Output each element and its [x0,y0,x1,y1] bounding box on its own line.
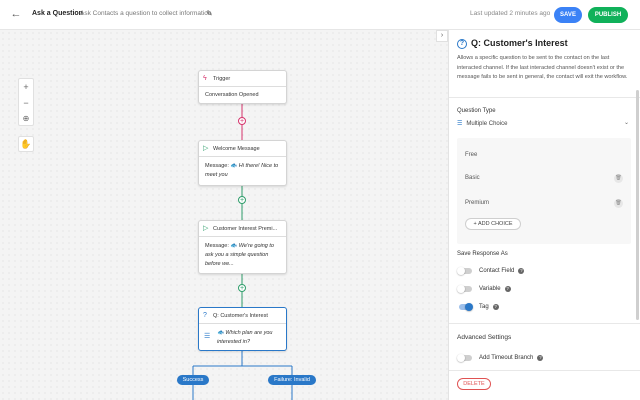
divider [449,370,640,371]
send-icon: ▷ [203,145,209,152]
panel-title: ? Q: Customer's Interest [457,38,568,49]
trigger-node-body: Conversation Opened [205,92,259,98]
list-icon: ☰ [204,333,211,340]
question-icon: ? [203,312,207,319]
help-icon[interactable]: ? [537,355,544,361]
question-type-value: Multiple Choice [466,121,508,127]
tag-toggle[interactable] [457,303,473,311]
timeout-branch-toggle[interactable] [457,354,473,362]
help-icon[interactable]: ? [504,286,511,292]
contact-field-toggle[interactable] [457,267,473,275]
message-prefix: Message: [205,243,229,249]
tag-text: Tag [479,304,489,310]
timeout-branch-label: Add Timeout Branch? [479,355,544,361]
welcome-message-node[interactable]: ▷ Welcome Message Message: 🐟 Hi there! N… [198,140,287,186]
top-bar: ← Ask a Question Ask Contacts a question… [0,0,640,30]
help-icon[interactable]: ? [518,268,525,274]
chevron-down-icon: ⌄ [623,120,629,126]
message-prefix: Message: [205,163,229,169]
add-step-plus-icon[interactable]: + [238,117,246,125]
tag-label: Tag? [479,304,499,310]
question-type-label: Question Type [457,108,496,114]
choice-basic[interactable]: Basic [465,175,480,181]
panel-scrollbar[interactable] [636,90,639,320]
question-text: 🐟 Which plan are you interested in? [217,330,273,345]
welcome-node-header: ▷ Welcome Message [199,141,286,157]
divider [449,323,640,324]
customer-interest-message-node[interactable]: ▷ Customer Interest Premi... Message: 🐟 … [198,220,287,274]
add-step-plus-icon[interactable]: + [238,284,246,292]
success-branch-pill[interactable]: Success [177,375,209,385]
choice-premium[interactable]: Premium [465,200,489,206]
advanced-settings-label: Advanced Settings [457,334,512,341]
interest-node-body: Message: 🐟 We're going to ask you a simp… [199,237,286,274]
panel-title-text: Q: Customer's Interest [471,38,568,48]
divider [449,97,640,98]
welcome-node-body: Message: 🐟 Hi there! Nice to meet you [199,157,286,185]
question-type-select[interactable]: ☰ Multiple Choice ⌄ [457,120,629,127]
trash-icon[interactable]: 🗑 [614,199,623,208]
contact-field-text: Contact Field [479,268,515,274]
variable-text: Variable [479,286,501,292]
back-arrow-icon[interactable]: ← [10,8,22,20]
page-subtitle: Ask Contacts a question to collect infor… [80,10,212,17]
welcome-node-title: Welcome Message [213,146,260,152]
choice-free[interactable]: Free [465,152,477,158]
interest-node-header: ▷ Customer Interest Premi... [199,221,286,237]
help-icon[interactable]: ? [492,304,499,310]
trigger-node-title: Trigger [213,76,231,82]
panel-description: Allows a specific question to be sent to… [457,55,628,80]
last-updated-text: Last updated 2 minutes ago [470,10,551,17]
publish-button[interactable]: PUBLISH [588,7,628,23]
list-icon: ☰ [457,121,463,127]
variable-toggle[interactable] [457,285,473,293]
trigger-node-header: ϟ Trigger [199,71,286,87]
collapse-panel-chevron-icon[interactable]: › [436,30,448,42]
trash-icon[interactable]: 🗑 [614,174,623,183]
add-choice-button[interactable]: + ADD CHOICE [465,218,521,230]
failure-invalid-branch-pill[interactable]: Failure: Invalid [268,375,316,385]
question-node-header: ? Q: Customer's Interest [199,308,286,324]
trigger-node[interactable]: ϟ Trigger Conversation Opened [198,70,287,104]
send-icon: ▷ [203,225,209,232]
page-title: Ask a Question [32,10,83,17]
workflow-canvas[interactable]: + − ⊕ ✋ ϟ Trigger Conversation Opened + … [0,30,448,400]
save-response-label: Save Response As [457,251,508,257]
variable-label: Variable? [479,286,511,292]
properties-panel: ? Q: Customer's Interest Allows a specifi… [448,30,640,400]
timeout-branch-text: Add Timeout Branch [479,355,534,361]
save-button[interactable]: SAVE [554,7,582,23]
contact-field-label: Contact Field? [479,268,525,274]
delete-button[interactable]: DELETE [457,378,491,390]
interest-node-title: Customer Interest Premi... [213,226,278,232]
question-circle-icon: ? [457,39,467,49]
trigger-bolt-icon: ϟ [203,75,207,82]
question-node-title: Q: Customer's Interest [213,313,268,319]
add-step-plus-icon[interactable]: + [238,196,246,204]
question-node[interactable]: ? Q: Customer's Interest ☰ 🐟 Which plan … [198,307,287,351]
choices-list: Free Basic 🗑 Premium 🗑 + ADD CHOICE [457,138,631,244]
pencil-icon[interactable]: ✎ [206,9,213,18]
question-node-body: ☰ 🐟 Which plan are you interested in? [199,324,286,352]
